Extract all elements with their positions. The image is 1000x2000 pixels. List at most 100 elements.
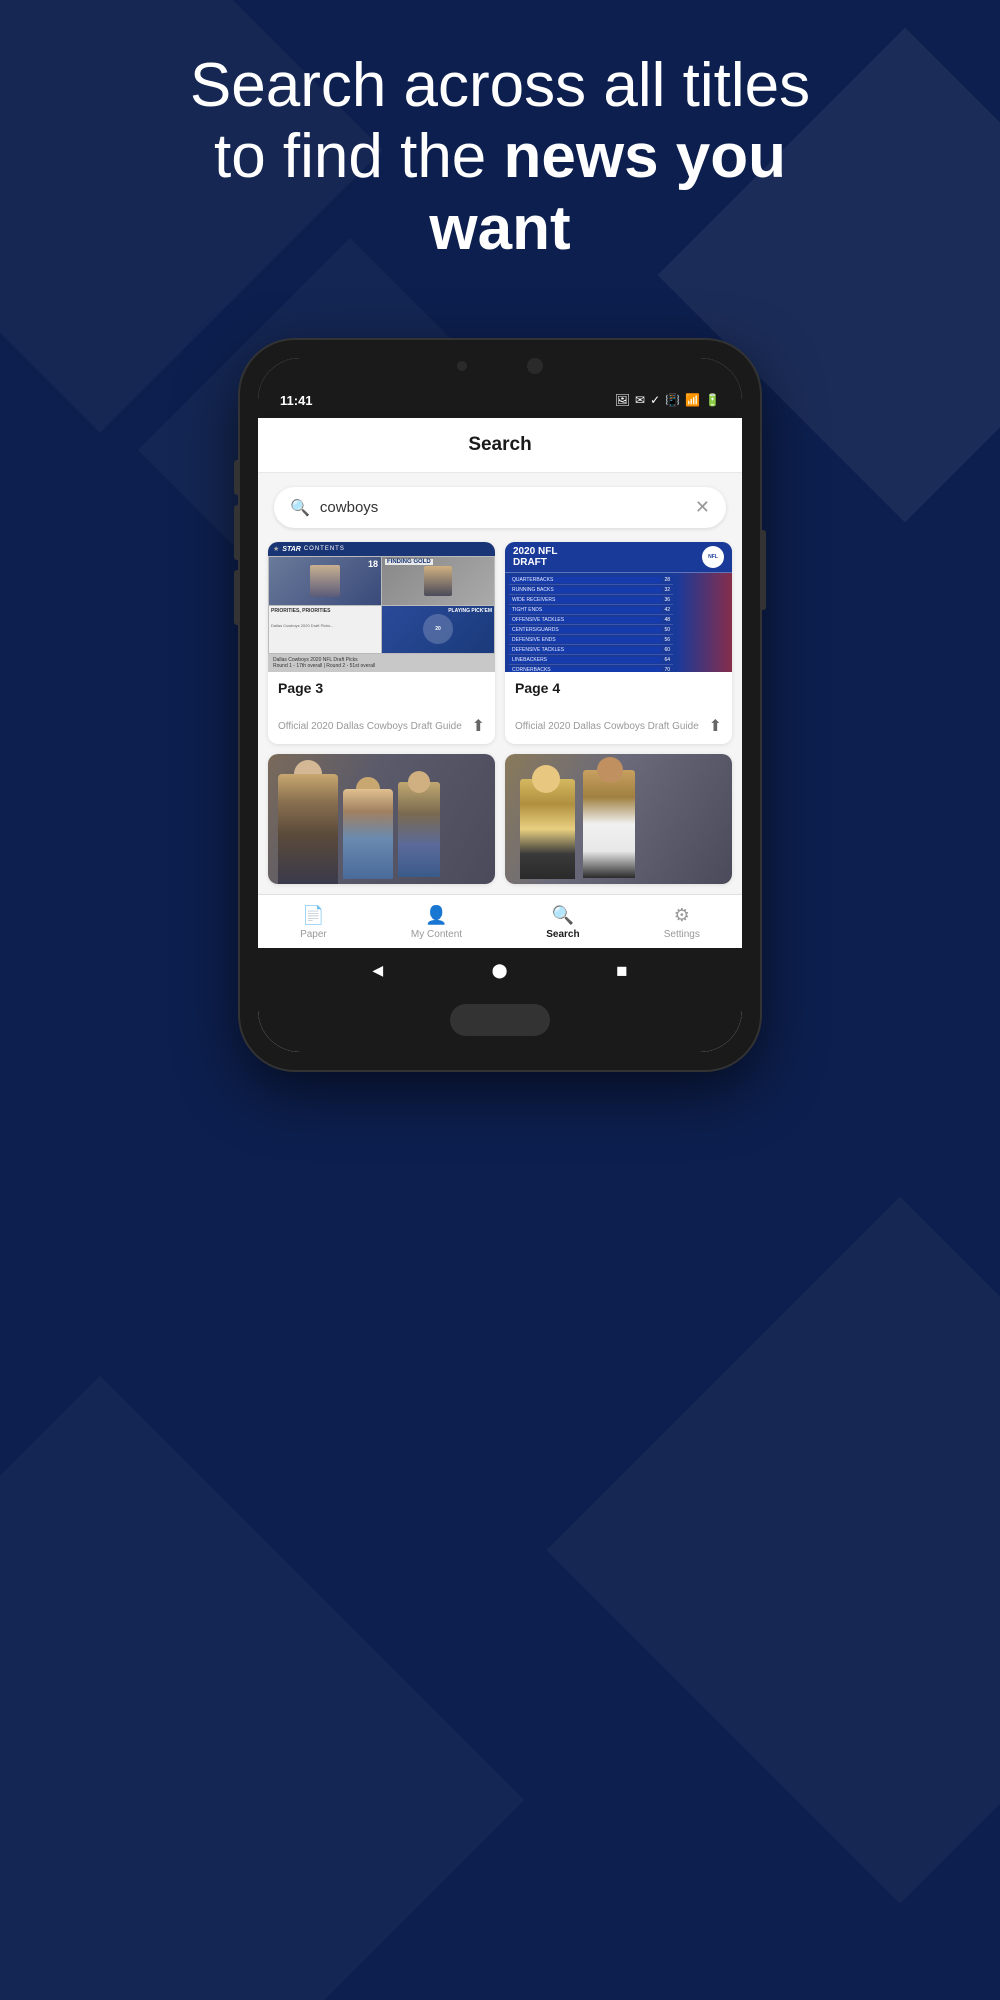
nav-item-search[interactable]: 🔍 Search (546, 905, 579, 940)
pos-ot: OFFENSIVE TACKLES (509, 617, 661, 623)
draft-row-wr: WIDE RECEIVERS 36 (509, 595, 673, 605)
mail-icon: ✉ (635, 393, 645, 407)
num-rb: 32 (661, 587, 673, 593)
hero-heading: Search across all titles to find the new… (60, 50, 940, 264)
share-button-page3[interactable]: ⬆ (472, 716, 485, 736)
result-source-page4: Official 2020 Dallas Cowboys Draft Guide (515, 720, 699, 733)
recents-button[interactable]: ◼ (616, 962, 628, 979)
draft-row-qb: QUARTERBACKS 28 (509, 575, 673, 585)
nav-label-settings: Settings (664, 929, 700, 940)
nfl-draft-word: DRAFT (513, 557, 557, 568)
coaching-photo-content (268, 754, 495, 884)
nfl-draft-body: QUARTERBACKS 28 RUNNING BACKS 32 WIDE RE… (505, 573, 732, 672)
search-clear-button[interactable]: ✕ (695, 497, 710, 518)
p3-cell1: 18 (269, 557, 381, 605)
bottom-navigation: 📄 Paper 👤 My Content 🔍 Search ⚙ Settings (258, 894, 742, 948)
nfl-draft-header: 2020 NFL DRAFT NFL (505, 542, 732, 573)
draft-row-cb: CORNERBACKS 70 (509, 665, 673, 672)
nfl-draft-visual: 2020 NFL DRAFT NFL QUARTERBACKS 28 (505, 542, 732, 672)
person-figure-1 (278, 774, 338, 884)
pos-wr: WIDE RECEIVERS (509, 597, 661, 603)
notch-area (258, 358, 742, 382)
result-card-page4[interactable]: 2020 NFL DRAFT NFL QUARTERBACKS 28 (505, 542, 732, 744)
p3-cell3: PRIORITIES, PRIORITIES Dallas Cowboys 20… (269, 606, 381, 654)
camera-circle (527, 358, 543, 374)
pos-cb: CORNERBACKS (509, 667, 661, 673)
app-header: Search (258, 418, 742, 473)
home-button-area (258, 992, 742, 1052)
draft-row-cg: CENTERS/GUARDS 50 (509, 625, 673, 635)
nav-item-mycontent[interactable]: 👤 My Content (411, 905, 462, 940)
volume-up-button (234, 460, 240, 495)
result-thumb-page4: 2020 NFL DRAFT NFL QUARTERBACKS 28 (505, 542, 732, 672)
p3-bottom: Dallas Cowboys 2020 NFL Draft Picks Roun… (268, 654, 495, 672)
settings-icon: ⚙ (674, 905, 690, 926)
nav-item-paper[interactable]: 📄 Paper (300, 905, 327, 940)
search-area: 🔍 cowboys ✕ (258, 473, 742, 542)
share-button-page4[interactable]: ⬆ (709, 716, 722, 736)
result-info-page3: Page 3 (268, 672, 495, 710)
mycontent-icon: 👤 (425, 905, 447, 926)
home-button-bar[interactable] (450, 1004, 550, 1036)
cowboys-logo-sm: ★ (273, 545, 279, 553)
result-card-photo2[interactable] (505, 754, 732, 884)
result-thumb-photo2 (505, 754, 732, 884)
num-qb: 28 (661, 577, 673, 583)
wifi-icon: 📶 (685, 393, 700, 407)
search-bar[interactable]: 🔍 cowboys ✕ (274, 487, 726, 528)
paper-icon: 📄 (302, 905, 324, 926)
cowboys-star-text: STAR (282, 546, 301, 553)
num-cb: 70 (661, 667, 673, 673)
volume-down-button (234, 505, 240, 560)
phone-screen: 11:41 🖼 ✉ ✓ 📳 📶 🔋 Search 🔍 cowboys (258, 358, 742, 1052)
pos-dt: DEFENSIVE TACKLES (509, 647, 661, 653)
power-button (760, 530, 766, 610)
draft-row-rb: RUNNING BACKS 32 (509, 585, 673, 595)
num-de: 56 (661, 637, 673, 643)
pos-cg: CENTERS/GUARDS (509, 627, 661, 633)
results-grid: ★ STAR CONTENTS 18 (258, 542, 742, 894)
home-button-android[interactable]: ⬤ (492, 962, 508, 979)
phone-mockup: 11:41 🖼 ✉ ✓ 📳 📶 🔋 Search 🔍 cowboys (240, 340, 760, 1070)
person-figure-2 (343, 789, 393, 879)
nav-label-mycontent: My Content (411, 929, 462, 940)
status-time: 11:41 (280, 393, 313, 408)
pos-rb: RUNNING BACKS (509, 587, 661, 593)
phone-body: 11:41 🖼 ✉ ✓ 📳 📶 🔋 Search 🔍 cowboys (240, 340, 760, 1070)
nav-item-settings[interactable]: ⚙ Settings (664, 905, 700, 940)
pos-qb: QUARTERBACKS (509, 577, 661, 583)
pos-lb: LINEBACKERS (509, 657, 661, 663)
nav-label-search: Search (546, 929, 579, 940)
p3-cell2: FINDING GOLD (382, 557, 494, 605)
result-card-page3[interactable]: ★ STAR CONTENTS 18 (268, 542, 495, 744)
hero-section: Search across all titles to find the new… (0, 30, 1000, 284)
search-nav-icon: 🔍 (552, 905, 574, 926)
draft-row-lb: LINEBACKERS 64 (509, 655, 673, 665)
result-footer-page4: Official 2020 Dallas Cowboys Draft Guide… (505, 710, 732, 744)
status-bar: 11:41 🖼 ✉ ✓ 📳 📶 🔋 (258, 382, 742, 418)
app-title: Search (468, 434, 531, 455)
result-page-label: Page 3 (278, 680, 485, 696)
search-query-text[interactable]: cowboys (320, 499, 695, 516)
cowboys-header: ★ STAR CONTENTS (268, 542, 495, 556)
draft-row-ot: OFFENSIVE TACKLES 48 (509, 615, 673, 625)
num-wr: 36 (661, 597, 673, 603)
photo-icon: 🖼 (615, 393, 630, 407)
nfl-draft-title-block: 2020 NFL DRAFT (513, 546, 557, 568)
result-footer-page3: Official 2020 Dallas Cowboys Draft Guide… (268, 710, 495, 744)
draft-row-dt: DEFENSIVE TACKLES 60 (509, 645, 673, 655)
contents-label: CONTENTS (304, 546, 345, 552)
android-navigation: ◀ ⬤ ◼ (258, 948, 742, 992)
back-button[interactable]: ◀ (372, 962, 383, 979)
result-card-photo1[interactable] (268, 754, 495, 884)
result-thumb-page3: ★ STAR CONTENTS 18 (268, 542, 495, 672)
check-icon: ✓ (650, 393, 660, 407)
nfl-draft-year: 2020 NFL (513, 546, 557, 557)
person-figure-3 (398, 782, 440, 877)
search-magnifier-icon: 🔍 (290, 498, 310, 518)
award-photo-content (505, 754, 732, 884)
award-figure-2 (583, 770, 635, 878)
draft-row-de: DEFENSIVE ENDS 56 (509, 635, 673, 645)
result-thumb-photo1 (268, 754, 495, 884)
nav-label-paper: Paper (300, 929, 327, 940)
